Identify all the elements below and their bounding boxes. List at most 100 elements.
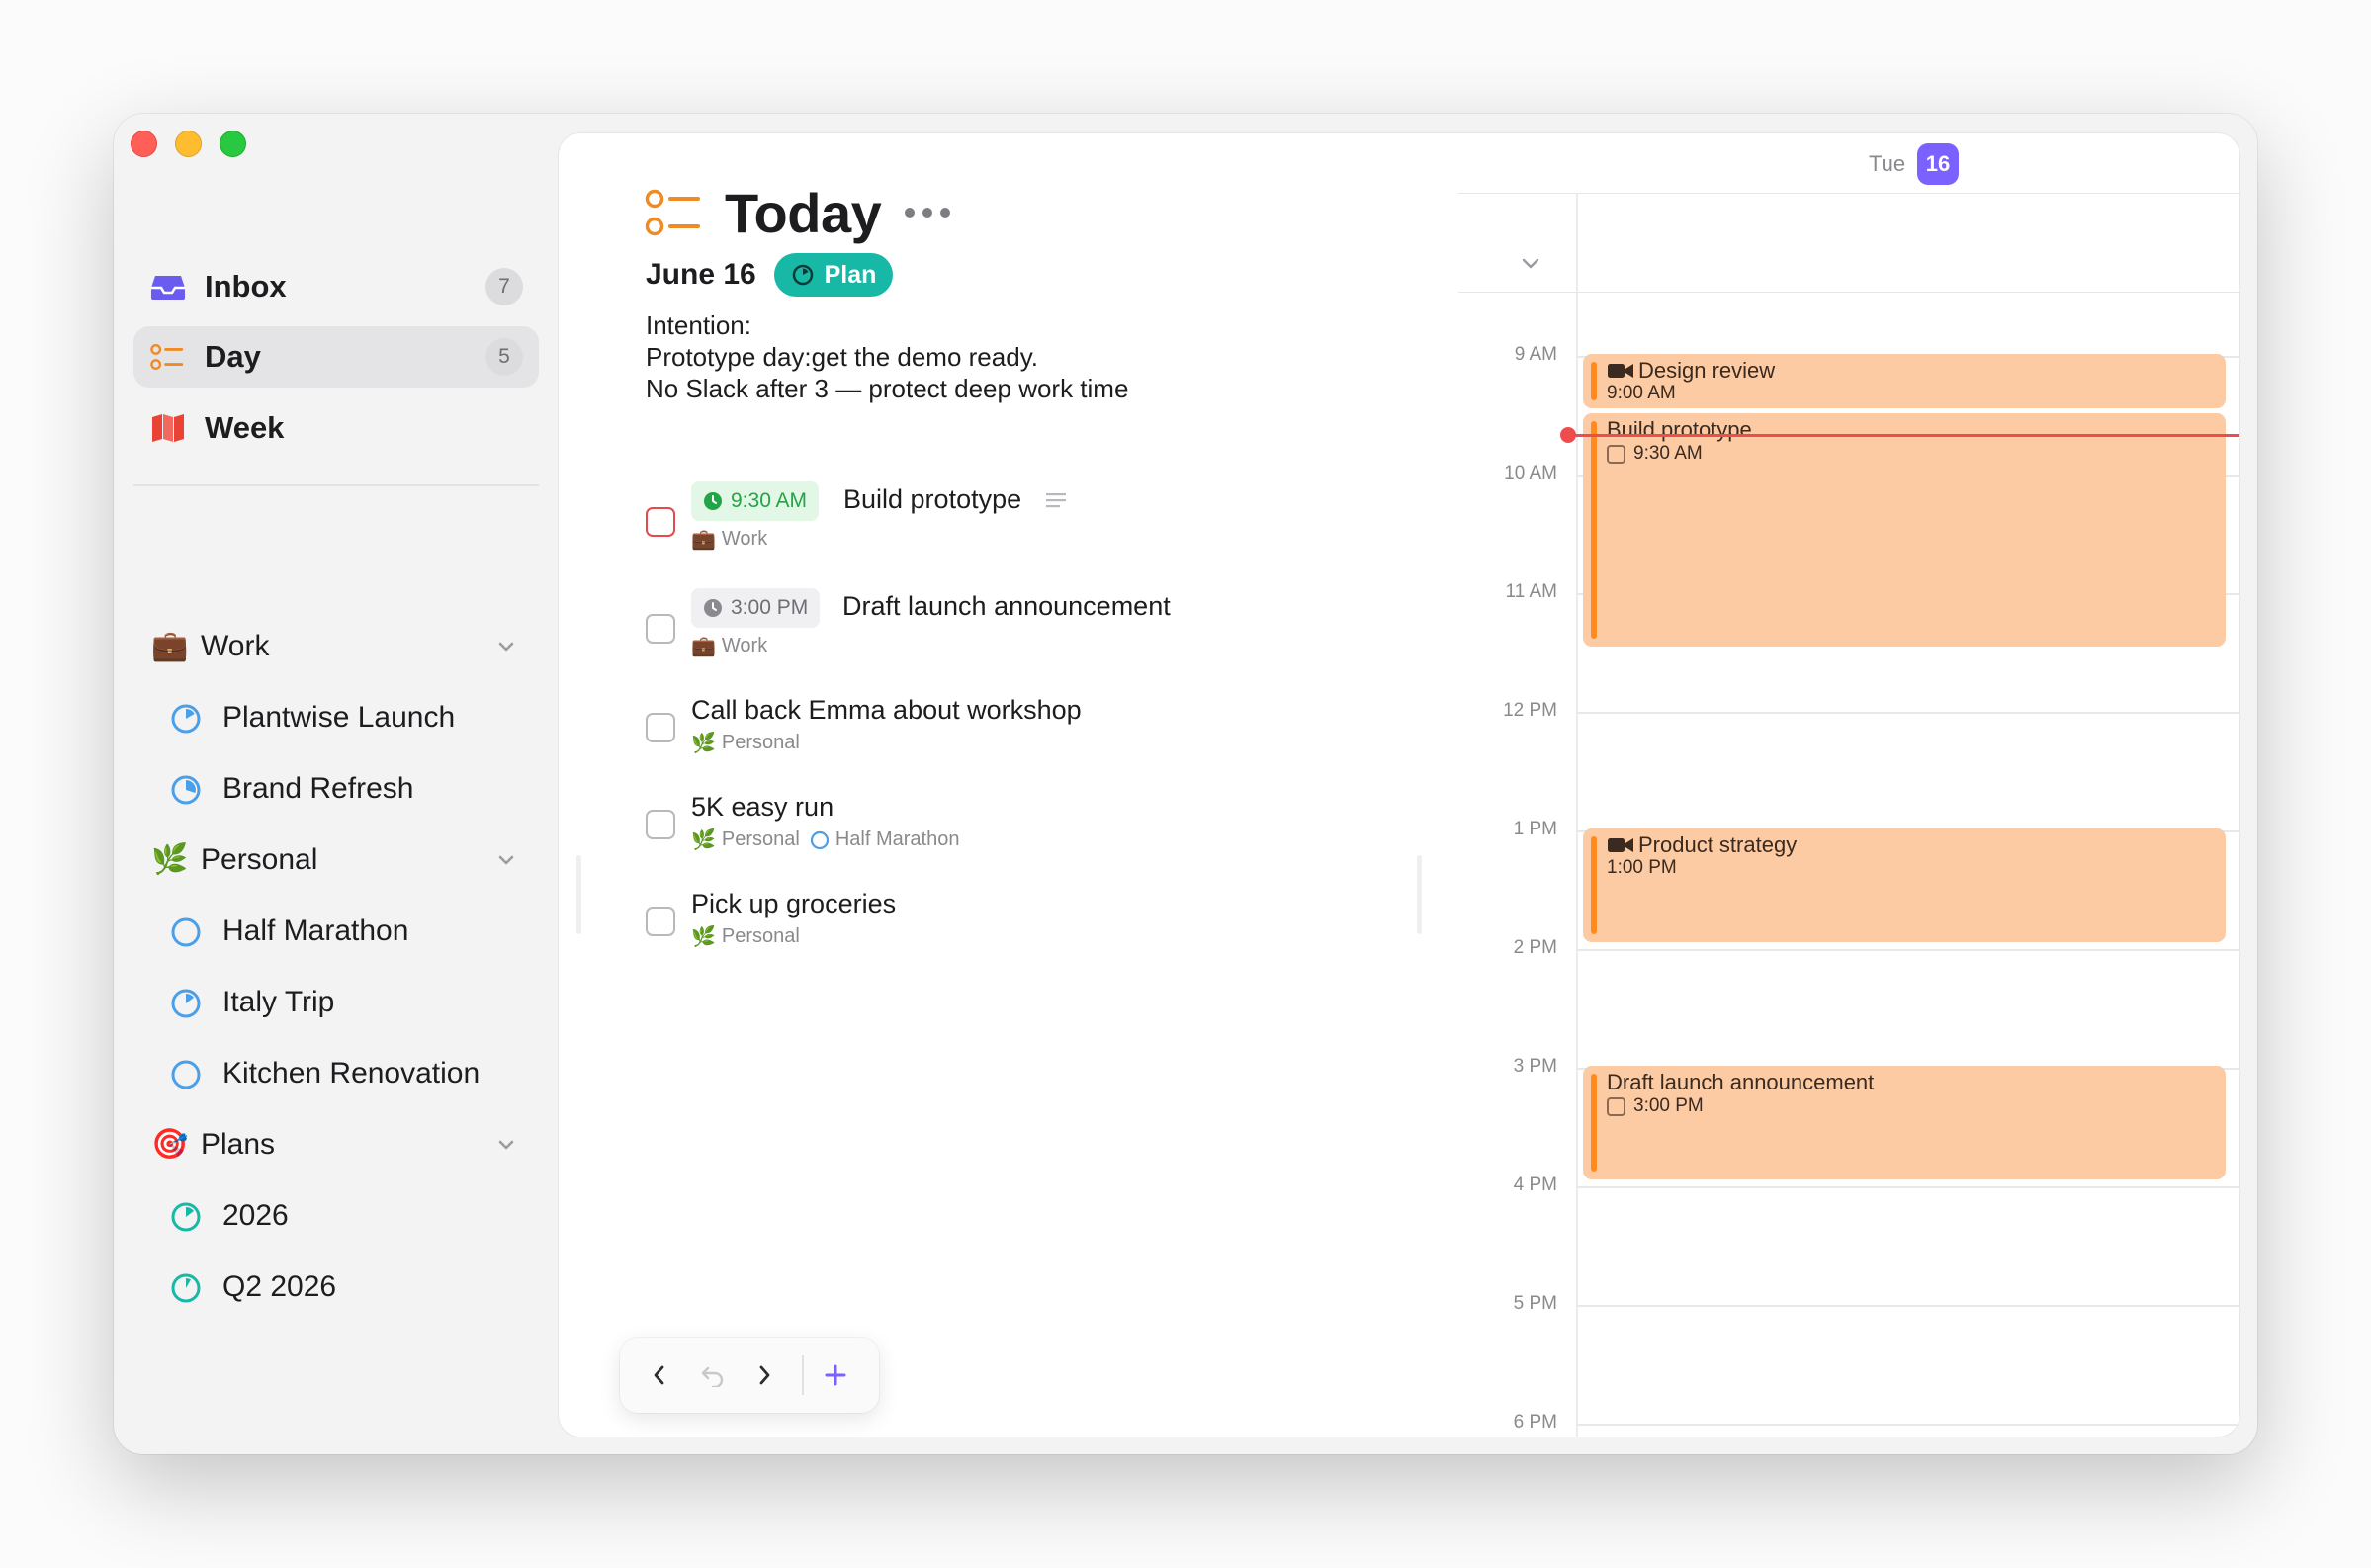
clock-icon (704, 492, 722, 510)
chevron-right-icon (759, 1365, 770, 1385)
toolbar-divider (802, 1355, 804, 1395)
intention-text[interactable]: Intention: Prototype day:get the demo re… (646, 309, 1128, 404)
calendar-event[interactable]: Product strategy 1:00 PM (1583, 828, 2226, 942)
area-label: Personal (721, 732, 800, 753)
chevron-down-icon[interactable] (495, 849, 517, 871)
task-checkbox[interactable] (646, 614, 675, 644)
project-empty-icon (171, 917, 201, 947)
area-label: Work (721, 635, 768, 656)
sidebar-item-label: Brand Refresh (222, 772, 414, 805)
calendar-panel: Tue 16 9 AM 10 AM 11 AM 12 PM 1 PM 2 PM … (1458, 133, 2239, 1437)
event-time-text: 9:30 AM (1633, 443, 1703, 464)
chevron-down-icon[interactable] (495, 636, 517, 657)
calendar-event[interactable]: Draft launch announcement 3:00 PM (1583, 1066, 2226, 1179)
calendar-event[interactable]: Design review 9:00 AM (1583, 354, 2226, 408)
event-title-text: Product strategy (1638, 832, 1798, 857)
sidebar-item-2026[interactable]: 2026 (133, 1185, 539, 1247)
herb-icon: 🌿 (151, 843, 189, 876)
sidebar-item-week[interactable]: Week (133, 397, 539, 459)
sidebar-item-half-marathon[interactable]: Half Marathon (133, 901, 539, 962)
clock-icon (704, 599, 722, 617)
sidebar-group-label: Personal (201, 843, 318, 876)
target-icon: 🎯 (151, 1128, 189, 1161)
project-label: Half Marathon (834, 828, 960, 850)
event-title-text: Design review (1638, 358, 1776, 383)
event-title: Product strategy (1607, 832, 1797, 858)
event-title-text: Build prototype (1607, 417, 1752, 442)
task-checkbox[interactable] (646, 713, 675, 742)
hour-line (1576, 949, 2239, 951)
time-pill[interactable]: 3:00 PM (691, 588, 821, 628)
current-time-line (1567, 434, 2239, 437)
sidebar-group-plans[interactable]: 🎯 Plans (133, 1114, 539, 1176)
sidebar-item-q2-2026[interactable]: Q2 2026 (133, 1257, 539, 1318)
video-camera-icon (1608, 838, 1633, 852)
sidebar-item-italy-trip[interactable]: Italy Trip (133, 972, 539, 1033)
plan-progress-icon (171, 1202, 201, 1232)
add-task-button[interactable] (818, 1357, 853, 1393)
plan-button-label: Plan (824, 260, 877, 289)
task-meta: 🌿 Personal (691, 924, 800, 949)
back-to-today-button[interactable] (695, 1357, 731, 1393)
task-checkbox-icon (1607, 444, 1625, 464)
sidebar-item-day[interactable]: Day 5 (133, 326, 539, 388)
hour-label: 9 AM (1514, 344, 1557, 365)
next-day-button[interactable] (746, 1357, 782, 1393)
task-item[interactable]: Call back Emma about workshop 🌿 Personal (646, 695, 1437, 764)
task-meta: 🌿 Personal (691, 731, 800, 755)
task-checkbox[interactable] (646, 907, 675, 936)
chevron-down-icon[interactable] (1520, 252, 1541, 274)
sidebar-item-label: Half Marathon (222, 915, 409, 947)
event-title: Design review (1607, 358, 1775, 384)
hour-label: 2 PM (1513, 937, 1557, 958)
calendar-day-name: Tue (1869, 151, 1906, 176)
sidebar-divider (133, 484, 539, 486)
hour-line (1576, 1424, 2239, 1426)
task-item[interactable]: 5K easy run 🌿 Personal Half Marathon (646, 792, 1437, 861)
plan-button[interactable]: Plan (774, 253, 893, 297)
time-pill[interactable]: 9:30 AM (691, 481, 820, 521)
previous-day-button[interactable] (642, 1357, 677, 1393)
sidebar: Inbox 7 Day 5 Week 💼 Work Plantwise Laun… (114, 114, 559, 1454)
briefcase-icon: 💼 (691, 529, 716, 551)
return-arrow-icon (701, 1366, 724, 1387)
task-item[interactable]: 9:30 AM Build prototype 💼 Work (646, 481, 1437, 551)
task-title: 5K easy run (691, 792, 834, 822)
all-day-divider (1458, 292, 2239, 293)
area-label: Personal (721, 925, 800, 947)
task-item[interactable]: Pick up groceries 🌿 Personal (646, 889, 1437, 958)
event-title-text: Draft launch announcement (1607, 1070, 1875, 1094)
resize-handle[interactable] (576, 855, 581, 934)
event-time: 3:00 PM (1607, 1095, 1704, 1117)
sidebar-item-kitchen-renovation[interactable]: Kitchen Renovation (133, 1043, 539, 1104)
task-checkbox[interactable] (646, 507, 675, 537)
event-time: 9:30 AM (1607, 443, 1703, 465)
sidebar-item-inbox[interactable]: Inbox 7 (133, 256, 539, 317)
sidebar-group-work[interactable]: 💼 Work (133, 616, 539, 677)
count-badge: 7 (485, 268, 523, 305)
plus-icon (825, 1364, 846, 1386)
sidebar-item-plantwise-launch[interactable]: Plantwise Launch (133, 687, 539, 748)
briefcase-icon: 💼 (151, 630, 189, 662)
time-label: 3:00 PM (731, 596, 809, 619)
sidebar-group-personal[interactable]: 🌿 Personal (133, 829, 539, 891)
hour-line (1576, 1305, 2239, 1307)
chevron-down-icon[interactable] (495, 1134, 517, 1156)
task-title: Build prototype (843, 484, 1022, 514)
area-label: Work (721, 528, 768, 550)
day-list-icon (150, 342, 186, 372)
date-label: June 16 (646, 258, 756, 291)
task-title: Pick up groceries (691, 889, 897, 918)
intention-heading: Intention: (646, 310, 751, 340)
task-checkbox[interactable] (646, 810, 675, 839)
page-title: Today (725, 182, 882, 244)
project-progress-icon (171, 989, 201, 1018)
resize-handle[interactable] (1417, 855, 1422, 934)
sidebar-item-label: Plantwise Launch (222, 701, 456, 734)
calendar-event[interactable]: Build prototype 9:30 AM (1583, 413, 2226, 647)
more-options-icon[interactable] (903, 205, 952, 220)
sidebar-item-brand-refresh[interactable]: Brand Refresh (133, 758, 539, 820)
sidebar-item-label: Day (205, 339, 261, 374)
task-item[interactable]: 3:00 PM Draft launch announcement 💼 Work (646, 588, 1437, 657)
map-icon (150, 413, 186, 443)
